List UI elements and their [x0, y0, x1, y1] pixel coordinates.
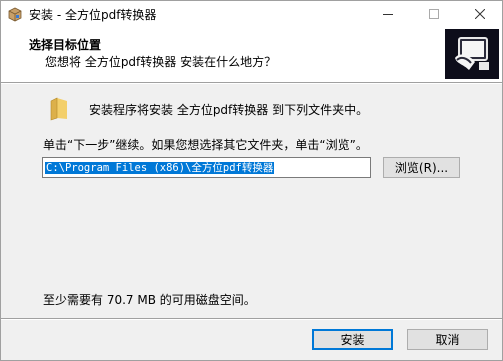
cancel-button[interactable]: 取消 — [407, 329, 488, 350]
close-button[interactable] — [457, 1, 503, 27]
installer-box-icon — [7, 6, 23, 22]
minimize-icon — [383, 9, 393, 19]
folder-icon — [49, 97, 69, 121]
computer-installer-icon — [445, 29, 499, 79]
destination-path-value: C:\Program Files (x86)\全方位pdf转换器 — [45, 162, 275, 174]
maximize-button[interactable] — [411, 1, 457, 27]
title-bar[interactable]: 安装 - 全方位pdf转换器 — [1, 1, 502, 27]
browse-hint-text: 单击“下一步”继续。如果您想选择其它文件夹，单击“浏览”。 — [43, 138, 368, 152]
installer-window: 安装 - 全方位pdf转换器 选择目标位置 您想将 全方位pdf转换器 安装在什… — [0, 0, 503, 361]
install-info-text: 安装程序将安装 全方位pdf转换器 到下列文件夹中。 — [89, 103, 369, 117]
disk-space-text: 至少需要有 70.7 MB 的可用磁盘空间。 — [43, 293, 256, 307]
footer-separator-highlight — [1, 319, 502, 320]
close-icon — [475, 9, 485, 19]
header-separator — [1, 83, 502, 84]
destination-path-input[interactable]: C:\Program Files (x86)\全方位pdf转换器 — [42, 157, 371, 178]
minimize-button[interactable] — [365, 1, 411, 27]
wizard-header: 选择目标位置 您想将 全方位pdf转换器 安装在什么地方？ — [1, 27, 502, 83]
page-title: 选择目标位置 — [29, 38, 102, 52]
browse-button[interactable]: 浏览(R)... — [383, 157, 460, 178]
page-subtitle: 您想将 全方位pdf转换器 安装在什么地方？ — [45, 55, 277, 69]
install-button[interactable]: 安装 — [312, 329, 393, 350]
maximize-icon — [429, 9, 439, 19]
window-title: 安装 - 全方位pdf转换器 — [29, 8, 157, 22]
